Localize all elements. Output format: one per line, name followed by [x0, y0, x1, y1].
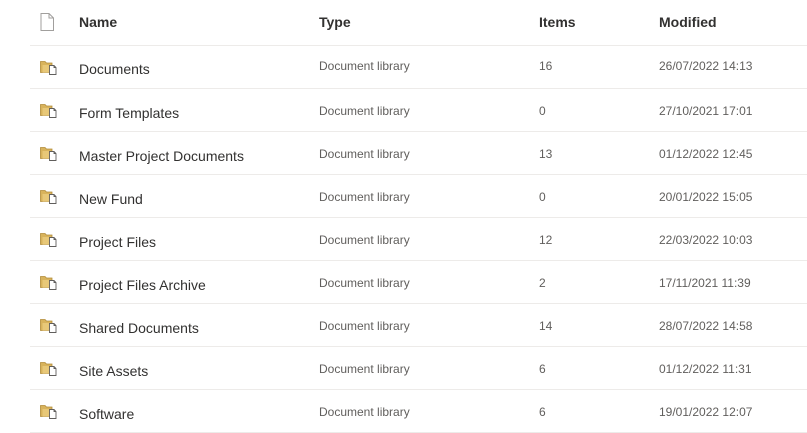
- library-type: Document library: [319, 405, 410, 419]
- list-header: Name Type Items Modified: [30, 0, 807, 46]
- document-library-icon: [40, 59, 57, 80]
- library-type: Document library: [319, 59, 410, 73]
- list-item[interactable]: Documents Document library 16 26/07/2022…: [30, 46, 807, 89]
- library-name-link[interactable]: Software: [79, 406, 134, 422]
- modified-date: 17/11/2021 11:39: [659, 276, 751, 290]
- list-item[interactable]: New Fund Document library 0 20/01/2022 1…: [30, 175, 807, 218]
- library-type: Document library: [319, 362, 410, 376]
- library-name-link[interactable]: New Fund: [79, 191, 143, 207]
- column-header-modified[interactable]: Modified: [659, 14, 717, 30]
- item-count: 2: [539, 276, 546, 290]
- list-item[interactable]: Site Assets Document library 6 01/12/202…: [30, 347, 807, 390]
- item-count: 12: [539, 233, 553, 247]
- library-name-link[interactable]: Shared Documents: [79, 320, 199, 336]
- list-item[interactable]: Master Project Documents Document librar…: [30, 132, 807, 175]
- library-type: Document library: [319, 319, 410, 333]
- library-name-link[interactable]: Form Templates: [79, 105, 179, 121]
- list-item[interactable]: Project Files Document library 12 22/03/…: [30, 218, 807, 261]
- library-type: Document library: [319, 104, 410, 118]
- document-library-icon: [40, 231, 57, 252]
- item-count: 6: [539, 405, 546, 419]
- item-count: 0: [539, 104, 546, 118]
- list-body: Documents Document library 16 26/07/2022…: [30, 46, 807, 433]
- library-name-link[interactable]: Master Project Documents: [79, 148, 244, 164]
- modified-date: 22/03/2022 10:03: [659, 233, 753, 247]
- library-type: Document library: [319, 233, 410, 247]
- modified-date: 01/12/2022 11:31: [659, 362, 752, 376]
- modified-date: 19/01/2022 12:07: [659, 405, 753, 419]
- item-count: 0: [539, 190, 546, 204]
- document-library-icon: [40, 102, 57, 123]
- library-list: Name Type Items Modified Documents Docum…: [30, 0, 807, 433]
- library-name-link[interactable]: Project Files Archive: [79, 277, 206, 293]
- library-name-link[interactable]: Project Files: [79, 234, 156, 250]
- list-item[interactable]: Form Templates Document library 0 27/10/…: [30, 89, 807, 132]
- document-library-icon: [40, 403, 57, 424]
- document-library-icon: [40, 360, 57, 381]
- document-library-icon: [40, 317, 57, 338]
- library-type: Document library: [319, 147, 410, 161]
- item-count: 13: [539, 147, 553, 161]
- library-name-link[interactable]: Site Assets: [79, 363, 148, 379]
- column-header-name[interactable]: Name: [79, 14, 117, 30]
- library-name-link[interactable]: Documents: [79, 61, 150, 77]
- modified-date: 26/07/2022 14:13: [659, 59, 753, 73]
- modified-date: 27/10/2021 17:01: [659, 104, 753, 118]
- item-count: 16: [539, 59, 553, 73]
- file-type-icon[interactable]: [40, 13, 54, 34]
- library-type: Document library: [319, 276, 410, 290]
- item-count: 14: [539, 319, 553, 333]
- document-library-icon: [40, 145, 57, 166]
- modified-date: 28/07/2022 14:58: [659, 319, 753, 333]
- list-item[interactable]: Project Files Archive Document library 2…: [30, 261, 807, 304]
- item-count: 6: [539, 362, 546, 376]
- column-header-type[interactable]: Type: [319, 14, 351, 30]
- document-library-icon: [40, 188, 57, 209]
- document-library-icon: [40, 274, 57, 295]
- modified-date: 20/01/2022 15:05: [659, 190, 753, 204]
- list-item[interactable]: Shared Documents Document library 14 28/…: [30, 304, 807, 347]
- list-item[interactable]: Software Document library 6 19/01/2022 1…: [30, 390, 807, 433]
- library-type: Document library: [319, 190, 410, 204]
- column-header-items[interactable]: Items: [539, 14, 576, 30]
- modified-date: 01/12/2022 12:45: [659, 147, 753, 161]
